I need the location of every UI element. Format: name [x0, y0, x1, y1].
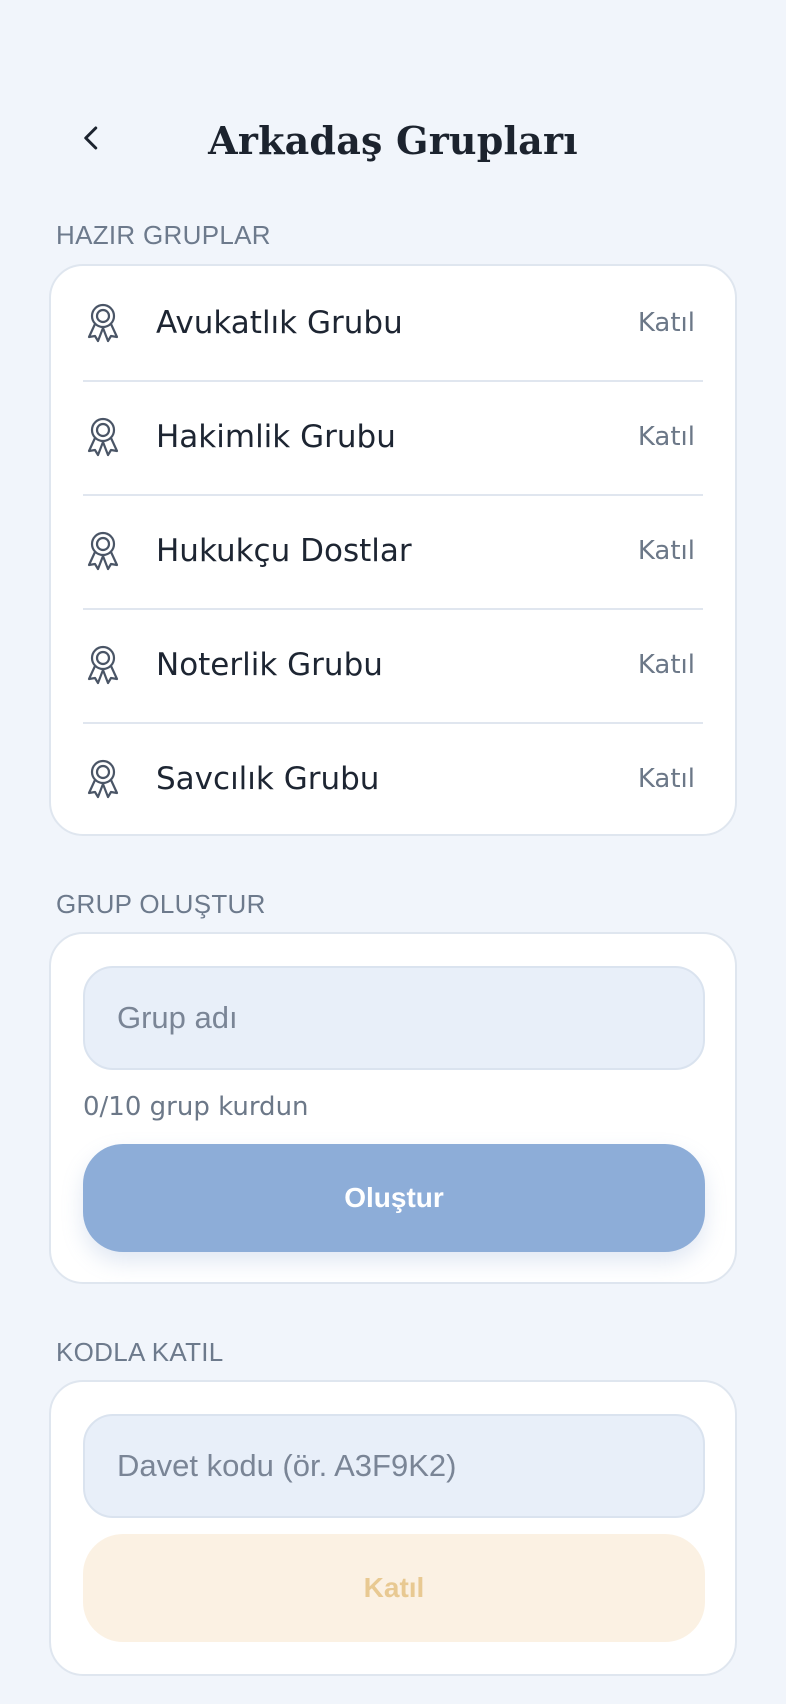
- group-row-savcilik[interactable]: Savcılık Grubu Katıl: [51, 722, 735, 836]
- award-ribbon-icon: [83, 529, 123, 573]
- join-with-code-button[interactable]: Katıl: [83, 1534, 705, 1642]
- group-name: Noterlik Grubu: [156, 647, 383, 683]
- group-name: Avukatlık Grubu: [156, 305, 403, 341]
- award-ribbon-icon: [83, 643, 123, 687]
- group-name-input[interactable]: [83, 966, 705, 1070]
- join-group-button[interactable]: Katıl: [638, 536, 695, 566]
- create-group-card: 0/10 grup kurdun Oluştur: [49, 932, 737, 1284]
- join-by-code-card: Katıl: [49, 1380, 737, 1676]
- group-name: Hukukçu Dostlar: [156, 533, 412, 569]
- group-name: Savcılık Grubu: [156, 761, 380, 797]
- top-bar: Arkadaş Grupları: [0, 92, 786, 188]
- create-group-button[interactable]: Oluştur: [83, 1144, 705, 1252]
- join-group-button[interactable]: Katıl: [638, 650, 695, 680]
- group-row-noterlik[interactable]: Noterlik Grubu Katıl: [51, 608, 735, 722]
- group-count-hint: 0/10 grup kurdun: [83, 1092, 309, 1122]
- page-title: Arkadaş Grupları: [208, 117, 578, 163]
- invite-code-input[interactable]: [83, 1414, 705, 1518]
- group-row-hakimlik[interactable]: Hakimlik Grubu Katıl: [51, 380, 735, 494]
- create-group-section-label: GRUP OLUŞTUR: [56, 889, 266, 919]
- join-by-code-section-label: KODLA KATIL: [56, 1337, 224, 1367]
- ready-groups-card: Avukatlık Grubu Katıl Hakimlik Grubu Kat…: [49, 264, 737, 836]
- group-row-hukukcu-dostlar[interactable]: Hukukçu Dostlar Katıl: [51, 494, 735, 608]
- join-group-button[interactable]: Katıl: [638, 422, 695, 452]
- group-name: Hakimlik Grubu: [156, 419, 396, 455]
- award-ribbon-icon: [83, 301, 123, 345]
- award-ribbon-icon: [83, 415, 123, 459]
- group-row-avukatlik[interactable]: Avukatlık Grubu Katıl: [51, 266, 735, 380]
- ready-groups-section-label: HAZIR GRUPLAR: [56, 220, 271, 250]
- join-group-button[interactable]: Katıl: [638, 308, 695, 338]
- award-ribbon-icon: [83, 757, 123, 801]
- join-group-button[interactable]: Katıl: [638, 764, 695, 794]
